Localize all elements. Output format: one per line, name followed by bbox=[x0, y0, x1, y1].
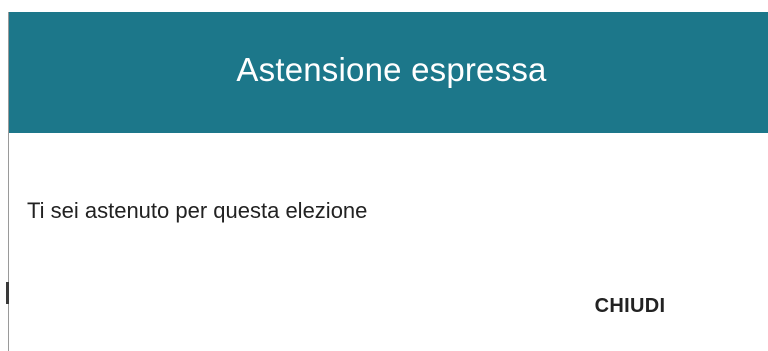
backdrop-top bbox=[0, 0, 768, 12]
screen: Astensione espressa Ti sei astenuto per … bbox=[0, 0, 768, 351]
dialog-title: Astensione espressa bbox=[236, 50, 547, 88]
dialog-header: Astensione espressa bbox=[9, 12, 768, 133]
close-button[interactable]: CHIUDI bbox=[581, 284, 679, 328]
dialog-message: Ti sei astenuto per questa elezione bbox=[27, 198, 368, 223]
abstention-dialog: Astensione espressa Ti sei astenuto per … bbox=[9, 12, 768, 351]
